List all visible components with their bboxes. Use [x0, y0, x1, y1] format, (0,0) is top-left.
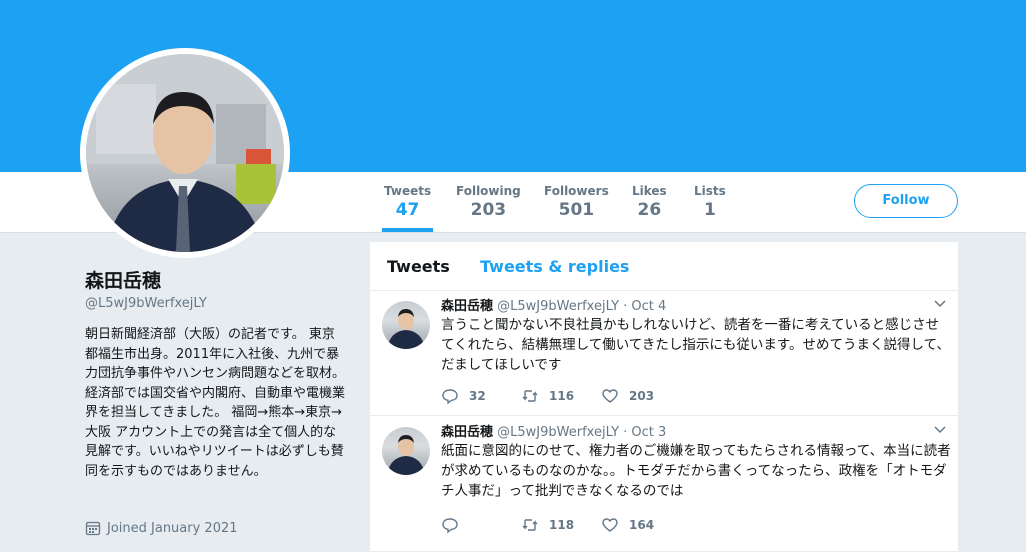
tweet-avatar[interactable]: [382, 427, 430, 475]
tweet-header: 森田岳穂 @L5wJ9bWerfxejLY · Oct 3: [441, 421, 666, 440]
chevron-down-icon[interactable]: [934, 423, 946, 437]
stat-tweets-label: Tweets: [384, 184, 432, 198]
profile-handle[interactable]: @L5wJ9bWerfxejLY: [85, 296, 207, 311]
like-count: 203: [629, 389, 655, 403]
retweet-button[interactable]: 116: [521, 387, 601, 405]
heart-icon: [602, 518, 618, 532]
tweet-text: 言うこと聞かない不良社員かもしれないけど、読者を一番に考えていると感じさせてくれ…: [441, 317, 950, 373]
tweet-item[interactable]: 森田岳穂 @L5wJ9bWerfxejLY · Oct 3 紙面に意図的にのせて…: [370, 417, 958, 552]
like-count: 164: [629, 518, 655, 532]
like-button[interactable]: 203: [601, 387, 681, 405]
profile-name[interactable]: 森田岳穂: [85, 266, 161, 293]
stat-followers[interactable]: Followers 501: [544, 184, 609, 220]
person-photo-icon: [387, 309, 425, 349]
retweet-button[interactable]: 118: [521, 516, 601, 534]
avatar-photo: [86, 54, 284, 252]
follow-button[interactable]: Follow: [854, 184, 958, 218]
calendar-icon: [85, 521, 101, 536]
retweet-count: 116: [549, 389, 575, 403]
stat-lists-value: 1: [703, 200, 716, 220]
person-photo-icon: [387, 435, 425, 475]
retweet-icon: [522, 390, 538, 402]
stat-likes[interactable]: Likes 26: [632, 184, 667, 220]
stat-tweets-value: 47: [395, 200, 420, 220]
stat-following-value: 203: [470, 200, 507, 220]
stat-lists-label: Lists: [694, 184, 726, 198]
profile-avatar[interactable]: [80, 48, 290, 258]
tweet-timeline: Tweets Tweets & replies 森田岳穂 @L5wJ9bWerf…: [370, 242, 958, 552]
retweet-count: 118: [549, 518, 575, 532]
stat-lists[interactable]: Lists 1: [694, 184, 726, 220]
joined-text: Joined January 2021: [107, 520, 238, 536]
stat-tweets[interactable]: Tweets 47: [381, 184, 434, 232]
person-photo-icon: [86, 54, 284, 252]
tweet-meta[interactable]: @L5wJ9bWerfxejLY · Oct 3: [497, 425, 666, 440]
tweet-meta[interactable]: @L5wJ9bWerfxejLY · Oct 4: [497, 299, 666, 314]
tab-tweets[interactable]: Tweets: [387, 257, 450, 276]
reply-icon: [442, 389, 458, 405]
reply-button[interactable]: 32: [441, 387, 521, 405]
timeline-tabs: Tweets Tweets & replies: [370, 242, 958, 291]
retweet-icon: [522, 519, 538, 531]
reply-count: 32: [469, 389, 486, 403]
tweet-text: 紙面に意図的にのせて、権力者のご機嫌を取ってもたらされる情報って、本当に読者が求…: [441, 443, 951, 499]
stat-likes-label: Likes: [632, 184, 667, 198]
stat-followers-value: 501: [558, 200, 595, 220]
tweet-author-name[interactable]: 森田岳穂: [441, 425, 493, 440]
tweet-actions: 32 116 203: [441, 387, 681, 405]
chevron-down-icon[interactable]: [934, 297, 946, 311]
tab-tweets-replies[interactable]: Tweets & replies: [480, 257, 629, 276]
stat-followers-label: Followers: [544, 184, 609, 198]
tweet-header: 森田岳穂 @L5wJ9bWerfxejLY · Oct 4: [441, 295, 666, 314]
heart-icon: [602, 389, 618, 403]
profile-bio: 朝日新聞経済部（大阪）の記者です。 東京都福生市出身。2011年に入社後、九州で…: [85, 327, 346, 479]
reply-button[interactable]: [441, 516, 521, 534]
like-button[interactable]: 164: [601, 516, 681, 534]
tweet-author-name[interactable]: 森田岳穂: [441, 299, 493, 314]
stat-likes-value: 26: [637, 200, 662, 220]
tweet-item[interactable]: 森田岳穂 @L5wJ9bWerfxejLY · Oct 4 言うこと聞かない不良…: [370, 291, 958, 416]
reply-icon: [442, 518, 458, 534]
joined-date: Joined January 2021: [85, 520, 238, 536]
tweet-actions: 118 164: [441, 516, 681, 534]
stat-following[interactable]: Following 203: [456, 184, 521, 220]
tweet-avatar[interactable]: [382, 301, 430, 349]
stat-following-label: Following: [456, 184, 521, 198]
